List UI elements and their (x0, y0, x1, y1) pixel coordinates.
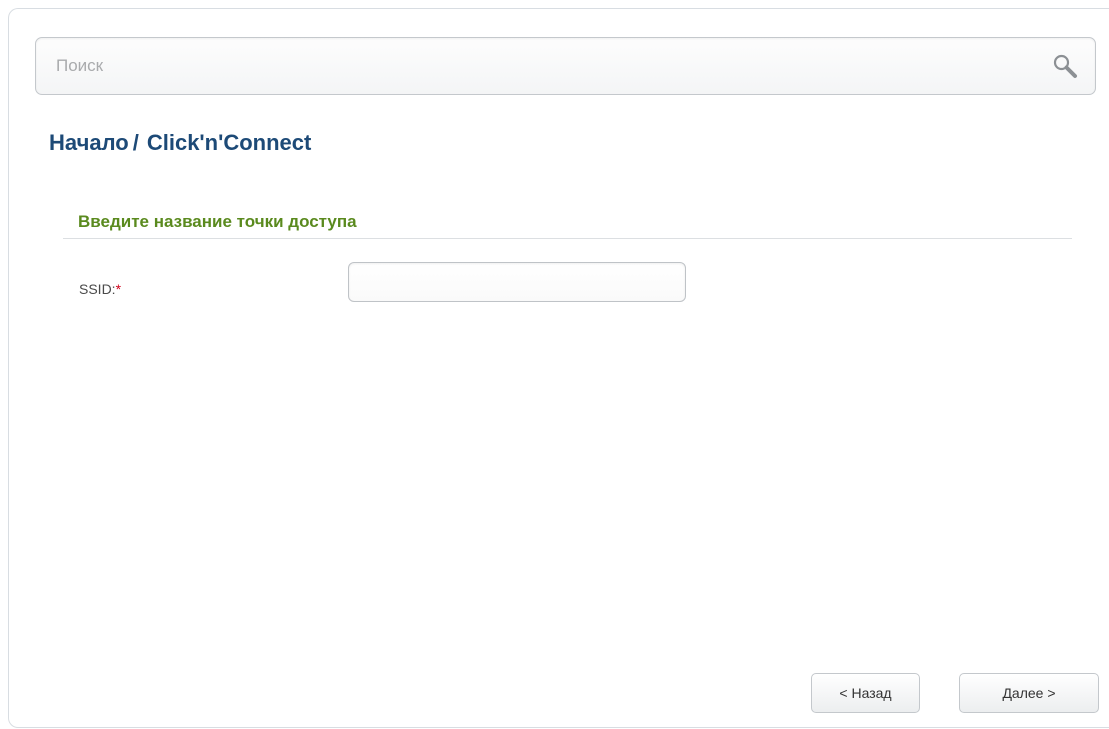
back-button[interactable]: < Назад (811, 673, 920, 713)
ssid-input[interactable] (348, 262, 686, 302)
breadcrumb: Начало / Click'n'Connect (49, 130, 311, 156)
section-title: Введите название точки доступа (78, 212, 357, 231)
search-icon[interactable] (1051, 52, 1079, 80)
required-mark: * (115, 281, 122, 297)
search-bar[interactable] (35, 37, 1096, 95)
breadcrumb-home[interactable]: Начало (49, 130, 129, 155)
content-panel: Начало/ Click'n'Connect Введите название … (8, 8, 1109, 728)
ssid-label: SSID:* (79, 281, 121, 297)
section-header: Введите название точки доступа (63, 210, 1072, 239)
breadcrumb-separator: / (132, 130, 139, 155)
next-button[interactable]: Далее > (959, 673, 1099, 713)
breadcrumb-current: Click'n'Connect (146, 130, 312, 155)
ssid-label-text: SSID: (79, 281, 116, 297)
search-input[interactable] (56, 38, 1016, 94)
